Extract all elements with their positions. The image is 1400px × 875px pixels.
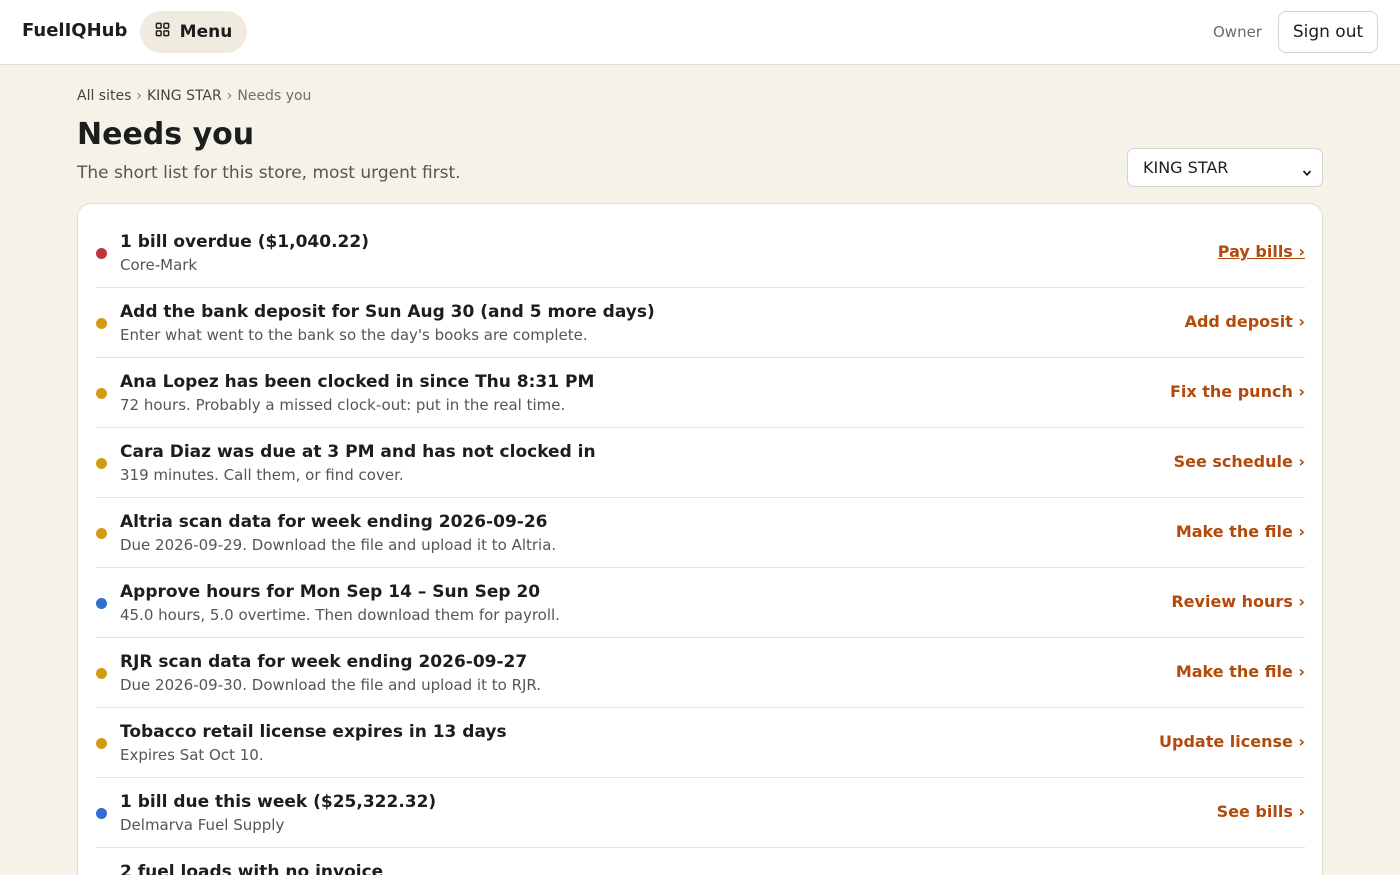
status-dot-warning (96, 458, 107, 469)
task-subtitle: Delmarva Fuel Supply (120, 816, 285, 834)
task-row: 2 fuel loads with no invoiceAdd invoice … (96, 848, 1305, 875)
top-bar: FuelIQHub Menu Owner Sign out (0, 0, 1400, 65)
status-dot-warning (96, 318, 107, 329)
task-action-link[interactable]: Make the file › (1176, 662, 1305, 681)
menu-label: Menu (179, 22, 233, 42)
task-row: Ana Lopez has been clocked in since Thu … (96, 358, 1305, 428)
task-action-link[interactable]: Update license › (1159, 732, 1305, 751)
breadcrumb-separator: › (226, 88, 233, 104)
task-row: RJR scan data for week ending 2026-09-27… (96, 638, 1305, 708)
task-subtitle: Expires Sat Oct 10. (120, 746, 264, 764)
breadcrumb-store[interactable]: KING STAR (147, 88, 222, 104)
task-row: 1 bill due this week ($25,322.32) Delmarv… (96, 778, 1305, 848)
status-dot-urgent (96, 248, 107, 259)
task-title: Cara Diaz was due at 3 PM and has not cl… (120, 442, 596, 462)
chevron-down-icon (1302, 163, 1312, 177)
status-dot-warning (96, 388, 107, 399)
task-list-card: 1 bill overdue ($1,040.22) Core-Mark Pay b… (77, 203, 1323, 875)
page-subtitle: The short list for this store, most urge… (77, 163, 461, 183)
task-title: Tobacco retail license expires in 13 day… (120, 722, 507, 742)
task-action-link[interactable]: Pay bills › (1218, 242, 1305, 261)
menu-button[interactable]: Menu (140, 11, 247, 53)
task-subtitle: Core-Mark (120, 256, 198, 274)
task-action-link[interactable]: See schedule › (1174, 452, 1305, 471)
task-title: RJR scan data for week ending 2026-09-27 (120, 652, 528, 672)
breadcrumb: All sites › KING STAR › Needs you (77, 88, 311, 104)
breadcrumb-current: Needs you (237, 88, 312, 104)
task-row: Add the bank deposit for Sun Aug 30 (and… (96, 288, 1305, 358)
status-dot-warning (96, 668, 107, 679)
sign-out-button[interactable]: Sign out (1278, 11, 1378, 53)
task-title: Ana Lopez has been clocked in since Thu … (120, 372, 595, 392)
task-action-link[interactable]: Fix the punch › (1170, 382, 1305, 401)
task-row: Approve hours for Mon Sep 14 – Sun Sep 2… (96, 568, 1305, 638)
task-action-link[interactable]: Review hours › (1171, 592, 1305, 611)
task-row: 1 bill overdue ($1,040.22) Core-Mark Pay b… (96, 218, 1305, 288)
task-title: 1 bill overdue ($1,040.22) (120, 232, 369, 252)
breadcrumb-separator: › (136, 88, 142, 104)
brand-logo[interactable]: FuelIQHub (22, 20, 127, 41)
status-dot-warning (96, 738, 107, 749)
status-dot-info (96, 808, 107, 819)
status-dot-warning (96, 528, 107, 539)
task-subtitle: 72 hours. Probably a missed clock-out: p… (120, 396, 566, 414)
task-row: Altria scan data for week ending 2026-09… (96, 498, 1305, 568)
task-title: Approve hours for Mon Sep 14 – Sun Sep 2… (120, 582, 541, 602)
store-select[interactable]: KING STAR (1127, 148, 1323, 187)
store-select-value: KING STAR (1143, 158, 1229, 177)
task-subtitle: Due 2026-09-30. Download the file and up… (120, 676, 542, 694)
task-subtitle: Due 2026-09-29. Download the file and up… (120, 536, 557, 554)
task-action-link[interactable]: See bills › (1217, 802, 1305, 821)
task-title: 2 fuel loads with no invoice (120, 862, 384, 875)
task-title: Altria scan data for week ending 2026-09… (120, 512, 548, 532)
task-title: Add the bank deposit for Sun Aug 30 (and… (120, 302, 655, 322)
task-subtitle: 45.0 hours, 5.0 overtime. Then download … (120, 606, 560, 624)
breadcrumb-all-sites[interactable]: All sites (77, 88, 131, 104)
task-action-link[interactable]: Add deposit › (1185, 312, 1305, 331)
task-row: Tobacco retail license expires in 13 day… (96, 708, 1305, 778)
status-dot-info (96, 598, 107, 609)
task-subtitle: Enter what went to the bank so the day's… (120, 326, 588, 344)
user-role: Owner (1213, 23, 1262, 41)
page-title: Needs you (77, 117, 255, 152)
task-row: Cara Diaz was due at 3 PM and has not cl… (96, 428, 1305, 498)
task-title: 1 bill due this week ($25,322.32) (120, 792, 437, 812)
task-action-link[interactable]: Make the file › (1176, 522, 1305, 541)
grid-icon (155, 22, 170, 42)
task-subtitle: 319 minutes. Call them, or find cover. (120, 466, 404, 484)
